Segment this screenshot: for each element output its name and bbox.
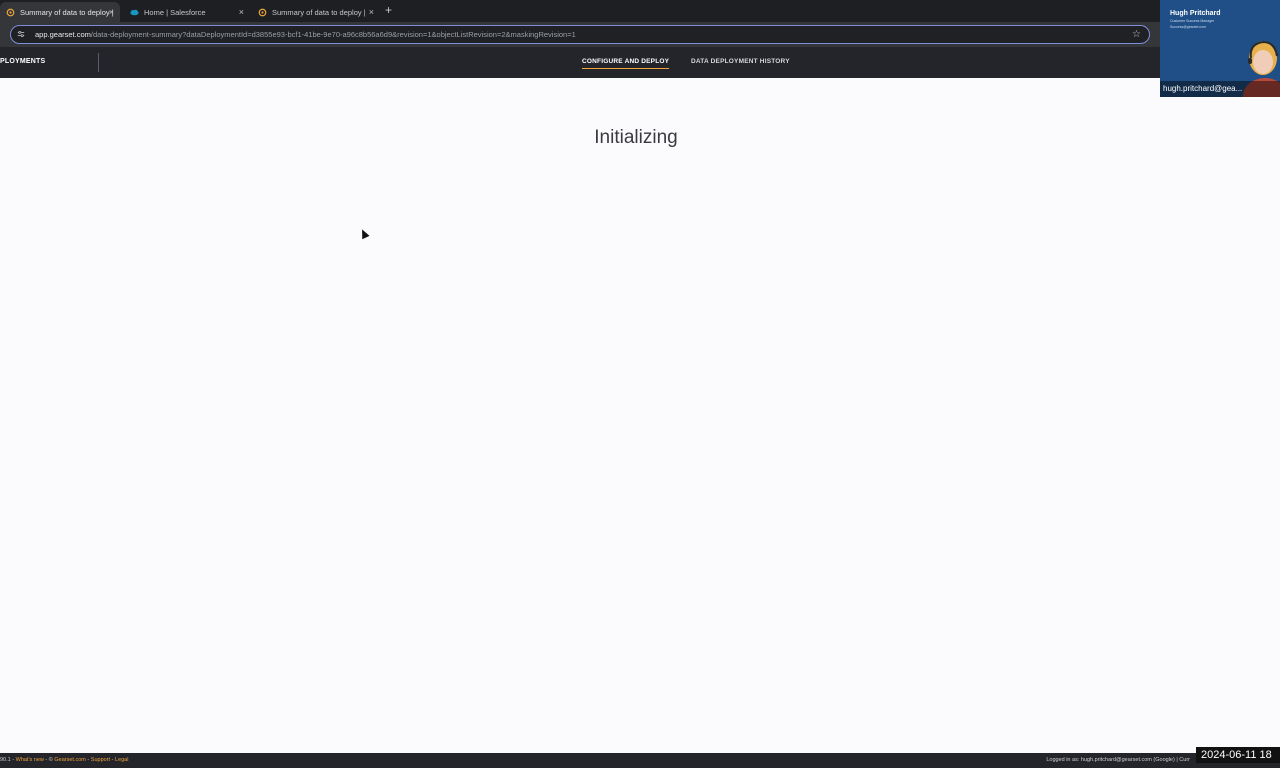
copyright-symbol: © <box>48 757 53 763</box>
url-path: /data-deployment-summary?dataDeploymentI… <box>90 30 576 39</box>
support-link[interactable]: Support <box>91 757 110 763</box>
footer-separator: - <box>87 757 90 763</box>
recording-timestamp: 2024-06-11 18 <box>1196 747 1280 763</box>
gearset-icon <box>6 8 15 17</box>
app-footer: 90.1 - What's new - © Gearset.com - Supp… <box>0 753 1280 768</box>
tab-title: Summary of data to deploy | <box>20 7 114 17</box>
gearset-icon <box>258 8 267 17</box>
version-text: 90.1 <box>0 757 11 763</box>
browser-tab-1[interactable]: Summary of data to deploy | × <box>0 2 120 22</box>
main-content: Initializing <box>0 78 1280 741</box>
url-text: app.gearset.com/data-deployment-summary?… <box>35 30 576 39</box>
footer-links: 90.1 - What's new - © Gearset.com - Supp… <box>0 757 128 763</box>
browser-tab-2[interactable]: Home | Salesforce × <box>124 2 250 22</box>
video-overlay: Hugh Pritchard Customer Success Manager … <box>1160 0 1280 97</box>
close-tab-icon[interactable]: × <box>369 7 374 17</box>
bookmark-star-icon[interactable]: ☆ <box>1132 29 1141 40</box>
whats-new-link[interactable]: What's new <box>16 757 44 763</box>
browser-tab-strip: Summary of data to deploy | × Home | Sal… <box>0 0 1280 22</box>
footer-separator: - <box>45 757 48 763</box>
participant-label: hugh.pritchard@gea... <box>1160 81 1280 97</box>
browser-toolbar: app.gearset.com/data-deployment-summary?… <box>0 22 1280 47</box>
browser-tab-3[interactable]: Summary of data to deploy | × <box>252 2 380 22</box>
tab-configure-and-deploy[interactable]: CONFIGURE AND DEPLOY <box>582 58 670 69</box>
presenter-email: Success@gearset.com <box>1170 25 1207 29</box>
gearset-link[interactable]: Gearset.com <box>54 757 85 763</box>
close-tab-icon[interactable]: × <box>239 7 244 17</box>
logged-in-status: Logged in as: hugh.pritchard@gearset.com… <box>1046 757 1190 763</box>
legal-link[interactable]: Legal <box>115 757 128 763</box>
nav-divider <box>98 53 99 72</box>
loading-status: Initializing <box>594 127 678 148</box>
footer-separator: - <box>12 757 15 763</box>
presenter-name: Hugh Pritchard <box>1170 10 1221 17</box>
app-section-title: PLOYMENTS <box>0 58 46 65</box>
address-bar[interactable]: app.gearset.com/data-deployment-summary?… <box>10 25 1150 44</box>
tab-title: Home | Salesforce <box>144 7 206 17</box>
new-tab-button[interactable]: + <box>385 3 392 17</box>
tab-title: Summary of data to deploy | <box>272 7 366 17</box>
footer-separator: - <box>111 757 114 763</box>
tab-data-deployment-history[interactable]: DATA DEPLOYMENT HISTORY <box>691 58 790 65</box>
site-settings-icon[interactable] <box>17 30 31 40</box>
presenter-role: Customer Success Manager <box>1170 19 1215 23</box>
salesforce-cloud-icon <box>130 8 139 17</box>
app-header: PLOYMENTS CONFIGURE AND DEPLOY DATA DEPL… <box>0 47 1280 78</box>
close-tab-icon[interactable]: × <box>109 7 114 17</box>
url-host: app.gearset.com <box>35 30 91 39</box>
